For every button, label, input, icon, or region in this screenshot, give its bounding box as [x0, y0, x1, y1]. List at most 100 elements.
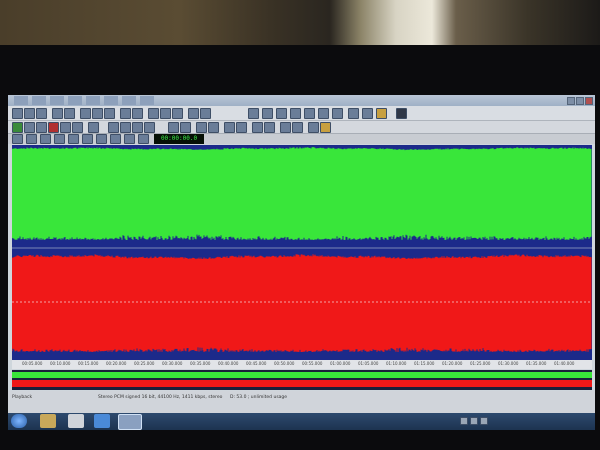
effect-fade-out-icon[interactable] [262, 108, 273, 119]
ruler-tick-label: 01:40.000 [554, 361, 575, 366]
zoom-out-icon[interactable] [160, 108, 171, 119]
marker-remove-icon[interactable] [264, 122, 275, 133]
taskbar [8, 413, 595, 430]
zoom-all-icon[interactable] [82, 134, 93, 144]
status-bar: Playback Stereo PCM signed 16 bit, 44100… [8, 391, 595, 413]
record-icon[interactable] [48, 122, 59, 133]
home-icon[interactable] [12, 134, 23, 144]
start-orb-icon[interactable] [11, 414, 27, 428]
channel-left-icon[interactable] [132, 122, 143, 133]
effect-tempo-icon[interactable] [376, 108, 387, 119]
menu-item-edit[interactable] [32, 96, 46, 105]
minimize-button[interactable] [567, 97, 575, 105]
scroll-right-icon[interactable] [110, 134, 121, 144]
join-icon[interactable] [292, 122, 303, 133]
menu-item-window[interactable] [122, 96, 136, 105]
tray-icon[interactable] [460, 417, 468, 425]
settings-icon[interactable] [396, 108, 407, 119]
ruler-tick-label: 00:55.000 [302, 361, 323, 366]
ruler-tick-label: 00:30.000 [162, 361, 183, 366]
effect-eq-icon[interactable] [332, 108, 343, 119]
play-selection-icon[interactable] [124, 134, 135, 144]
rewind-icon[interactable] [60, 122, 71, 133]
view-waveform-icon[interactable] [180, 122, 191, 133]
zoom-fit-icon[interactable] [172, 108, 183, 119]
play-to-end-icon[interactable] [138, 134, 149, 144]
menu-bar [8, 95, 595, 106]
ruler-tick-label: 01:05.000 [358, 361, 379, 366]
trim-icon[interactable] [132, 108, 143, 119]
ruler-tick-label: 01:25.000 [470, 361, 491, 366]
monitor-screen: 00:00:00.0 00:05.000 00:10.000 00:15.000 00… [8, 95, 595, 430]
mix-icon[interactable] [120, 108, 131, 119]
network-icon[interactable] [470, 417, 478, 425]
tag-icon[interactable] [320, 122, 331, 133]
effect-echo-icon[interactable] [304, 108, 315, 119]
split-icon[interactable] [280, 122, 291, 133]
save-icon[interactable] [36, 108, 47, 119]
undo-icon[interactable] [52, 108, 63, 119]
zoom-in-icon[interactable] [148, 108, 159, 119]
scroll-left-icon[interactable] [96, 134, 107, 144]
audio-app-icon[interactable] [118, 414, 142, 430]
right-channel-waveform [11, 254, 592, 352]
transport-toolbar [8, 121, 595, 134]
ruler-tick-label: 00:35.000 [190, 361, 211, 366]
grid-icon[interactable] [196, 122, 207, 133]
waveform-view[interactable] [11, 145, 592, 360]
menu-item-file[interactable] [14, 96, 28, 105]
speaker-icon[interactable] [236, 122, 247, 133]
media-icon[interactable] [68, 414, 84, 428]
batch-icon[interactable] [308, 122, 319, 133]
marker-add-icon[interactable] [252, 122, 263, 133]
stop-icon[interactable] [36, 122, 47, 133]
ruler-tick-label: 01:15.000 [414, 361, 435, 366]
new-file-icon[interactable] [12, 108, 23, 119]
select-none-icon[interactable] [120, 122, 131, 133]
menu-item-effects[interactable] [68, 96, 82, 105]
cut-icon[interactable] [80, 108, 91, 119]
zoom-selection-icon[interactable] [68, 134, 79, 144]
overview-strip[interactable] [12, 370, 592, 390]
volume-tray-icon[interactable] [480, 417, 488, 425]
effect-pitch-icon[interactable] [362, 108, 373, 119]
menu-item-view[interactable] [50, 96, 64, 105]
pause-icon[interactable] [24, 122, 35, 133]
redo-icon[interactable] [64, 108, 75, 119]
folder-icon[interactable] [40, 414, 56, 428]
ruler-tick-label: 00:20.000 [106, 361, 127, 366]
effect-noise-icon[interactable] [348, 108, 359, 119]
effect-amplify-icon[interactable] [290, 108, 301, 119]
ruler-tick-label: 00:50.000 [274, 361, 295, 366]
ruler-tick-label: 00:10.000 [50, 361, 71, 366]
menu-item-tools[interactable] [86, 96, 100, 105]
channel-right-icon[interactable] [144, 122, 155, 133]
select-all-icon[interactable] [108, 122, 119, 133]
end-icon[interactable] [26, 134, 37, 144]
paste-icon[interactable] [104, 108, 115, 119]
region-icon[interactable] [200, 108, 211, 119]
ie-icon[interactable] [94, 414, 110, 428]
prev-marker-icon[interactable] [40, 134, 51, 144]
marker-icon[interactable] [188, 108, 199, 119]
loop-icon[interactable] [88, 122, 99, 133]
close-button[interactable] [585, 97, 593, 105]
effect-fade-in-icon[interactable] [248, 108, 259, 119]
effect-normalize-icon[interactable] [276, 108, 287, 119]
play-icon[interactable] [12, 122, 23, 133]
ruler-tick-label: 00:05.000 [22, 361, 43, 366]
next-marker-icon[interactable] [54, 134, 65, 144]
menu-item-help[interactable] [140, 96, 154, 105]
view-spectrum-icon[interactable] [168, 122, 179, 133]
waveform-channels [11, 145, 592, 360]
open-file-icon[interactable] [24, 108, 35, 119]
time-ruler[interactable]: 00:05.000 00:10.000 00:15.000 00:20.000 00:2… [12, 360, 592, 369]
main-toolbar [8, 106, 595, 121]
menu-item-options[interactable] [104, 96, 118, 105]
fast-forward-icon[interactable] [72, 122, 83, 133]
effect-reverse-icon[interactable] [318, 108, 329, 119]
maximize-button[interactable] [576, 97, 584, 105]
volume-icon[interactable] [224, 122, 235, 133]
copy-icon[interactable] [92, 108, 103, 119]
snap-icon[interactable] [208, 122, 219, 133]
